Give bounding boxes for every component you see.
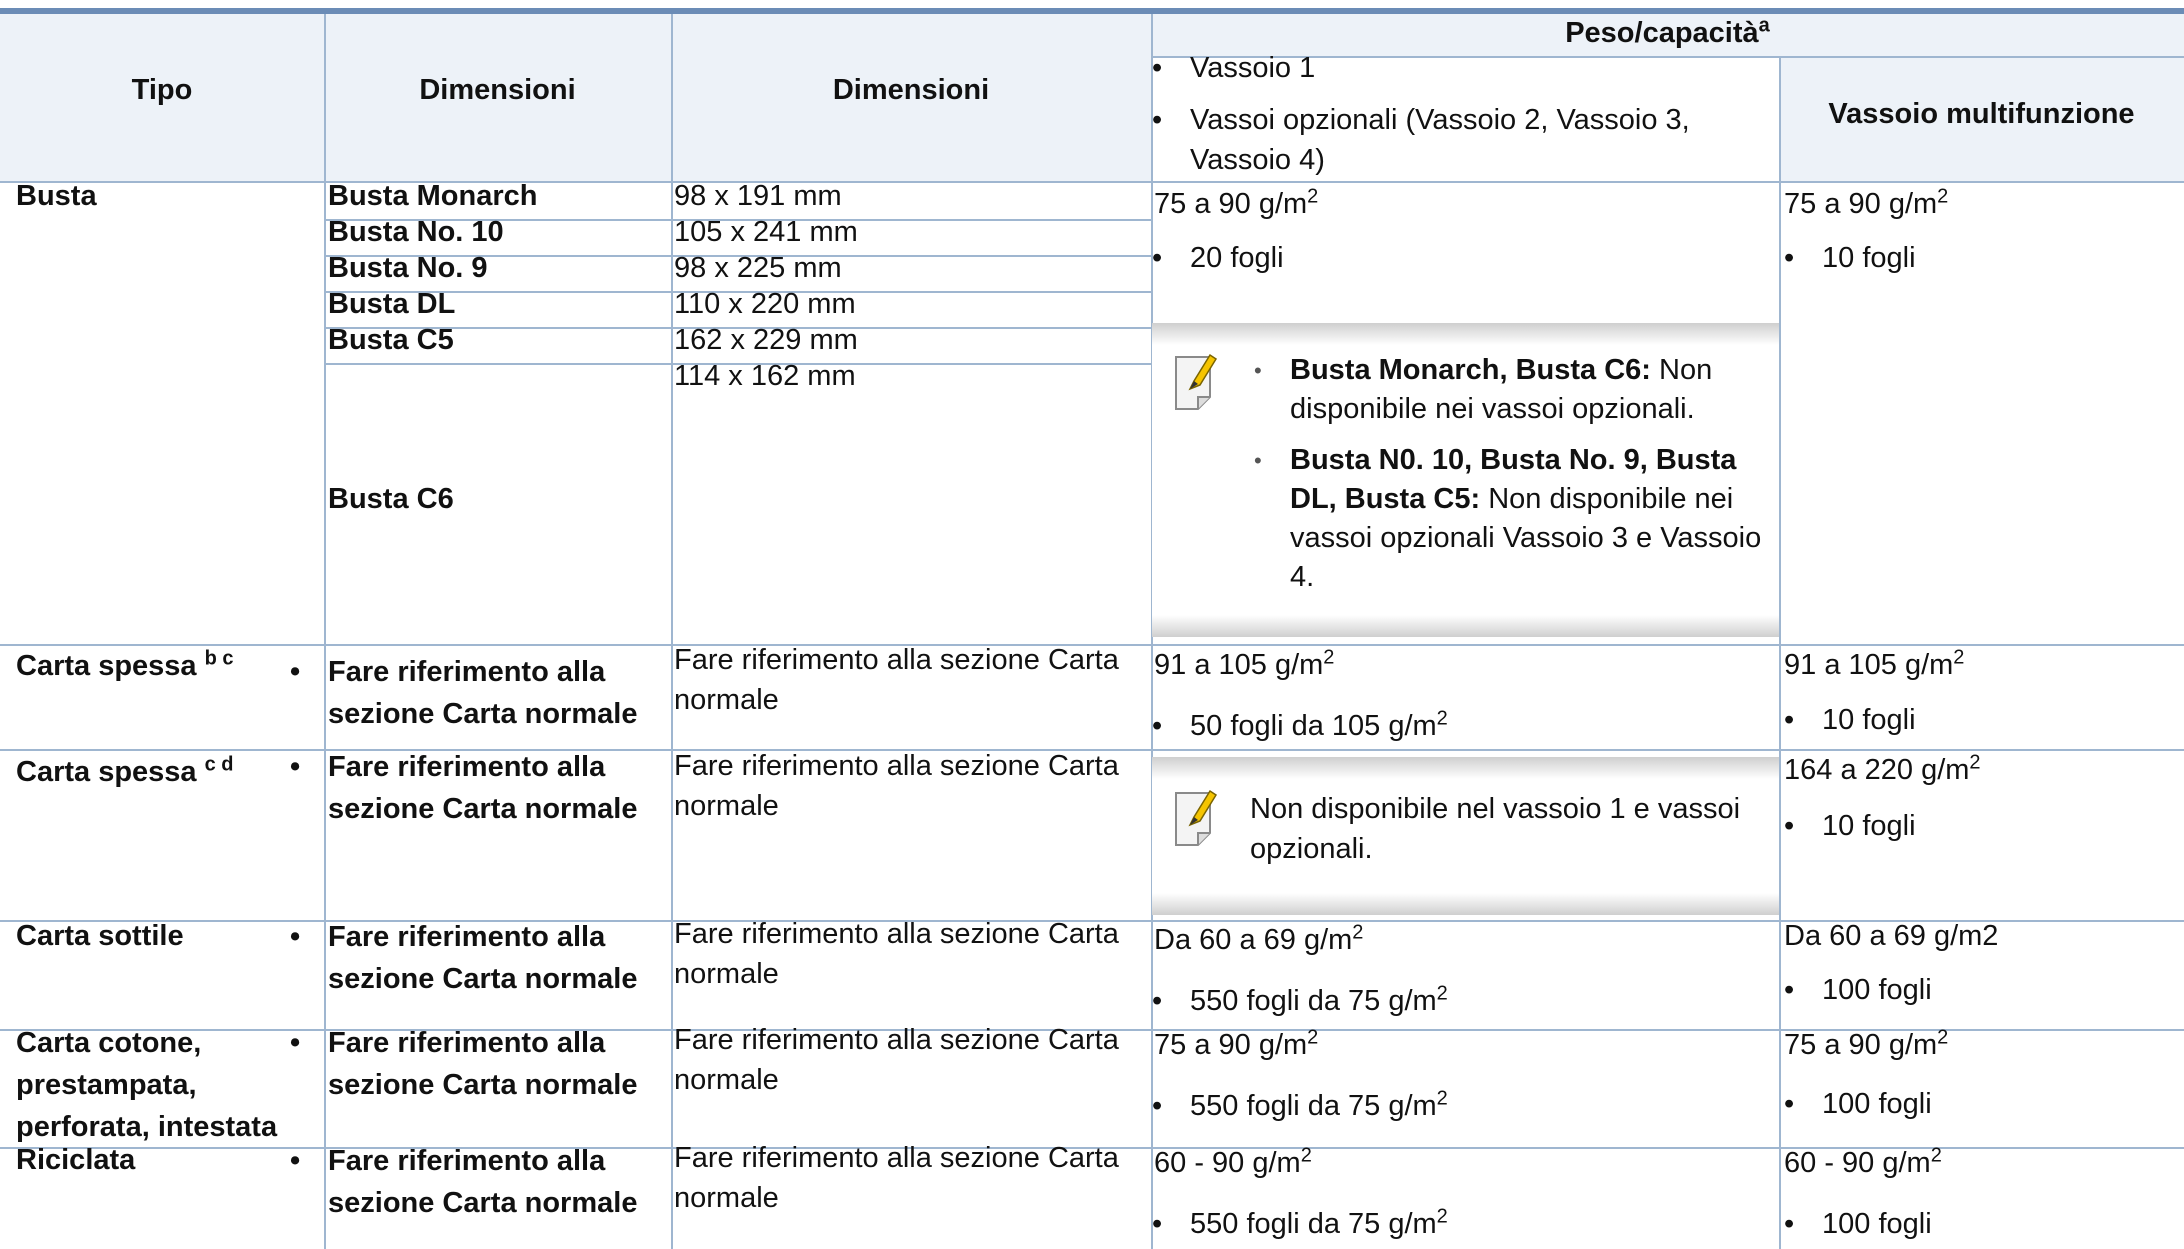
size-name: Busta C5 — [328, 324, 454, 356]
tray-weight: 75 a 90 g/m2 — [1154, 1026, 1319, 1061]
mp-capacity: 100 fogli — [1784, 970, 1932, 1010]
header-tray-item: Vassoi opzionali (Vassoio 2, Vassoio 3, … — [1152, 100, 1750, 180]
size-dim: Fare riferimento alla sezione Carta norm… — [674, 1024, 1119, 1096]
size-name: Busta No. 10 — [328, 216, 504, 248]
row-type: Carta spessa c d — [16, 753, 234, 788]
mp-weight: 75 a 90 g/m2 — [1784, 185, 1949, 220]
tray-capacity: 50 fogli da 105 g/m2 — [1152, 706, 1448, 746]
row-type: Carta spessa b c — [16, 647, 234, 682]
header-tipo: Tipo — [131, 74, 193, 106]
row-type: Carta sottile — [16, 920, 184, 952]
size-dim: 114 x 162 mm — [674, 360, 856, 392]
note-box: Busta Monarch, Busta C6: Non disponibile… — [1152, 323, 1779, 637]
size-name: Busta Monarch — [328, 180, 538, 212]
header-dimensioni-name: Dimensioni — [419, 74, 576, 106]
mp-capacity: 100 fogli — [1784, 1084, 1932, 1124]
note-box: Non disponibile nel vassoio 1 e vassoi o… — [1152, 757, 1779, 915]
col-rule — [671, 14, 673, 1249]
size-name: Fare riferimento alla sezione Carta norm… — [290, 1022, 668, 1106]
header-tray-item: Vassoio 1 — [1152, 48, 1315, 88]
note-pencil-icon — [1172, 787, 1222, 847]
col-rule — [324, 14, 326, 1249]
tray-capacity: 20 fogli — [1152, 238, 1283, 278]
mp-weight: 60 - 90 g/m2 — [1784, 1144, 1942, 1179]
note-item: Busta Monarch, Busta C6: Non disponibile… — [1254, 351, 1770, 597]
size-name: Busta No. 9 — [328, 252, 488, 284]
row-type: Busta — [16, 180, 97, 212]
size-name: Fare riferimento alla sezione Carta norm… — [290, 746, 668, 830]
size-dim: Fare riferimento alla sezione Carta norm… — [674, 750, 1119, 822]
tray-weight: 60 - 90 g/m2 — [1154, 1144, 1312, 1179]
mp-weight: 75 a 90 g/m2 — [1784, 1026, 1949, 1061]
note-pencil-icon — [1172, 351, 1222, 411]
paper-spec-table: Tipo Dimensioni Dimensioni Peso/capacità… — [0, 0, 2184, 1249]
header-mp-tray: Vassoio multifunzione — [1828, 98, 2135, 130]
size-name: Busta DL — [328, 288, 456, 320]
mp-capacity: 10 fogli — [1784, 700, 1915, 740]
mp-weight: Da 60 a 69 g/m2 — [1784, 920, 1999, 952]
size-dim: Fare riferimento alla sezione Carta norm… — [674, 644, 1119, 716]
mp-weight: 164 a 220 g/m2 — [1784, 751, 1981, 786]
size-name: Fare riferimento alla sezione Carta norm… — [290, 1140, 668, 1224]
size-dim: 98 x 191 mm — [674, 180, 842, 212]
row-type: Riciclata — [16, 1144, 136, 1176]
size-dim: 162 x 229 mm — [674, 324, 858, 356]
tray-capacity: 550 fogli da 75 g/m2 — [1152, 1086, 1448, 1126]
tray-weight: Da 60 a 69 g/m2 — [1154, 921, 1364, 956]
note-text: Non disponibile nel vassoio 1 e vassoi o… — [1250, 793, 1741, 865]
tray-capacity: 550 fogli da 75 g/m2 — [1152, 981, 1448, 1021]
tray-capacity: 550 fogli da 75 g/m2 — [1152, 1204, 1448, 1244]
col-rule — [1779, 56, 1781, 1249]
size-dim: Fare riferimento alla sezione Carta norm… — [674, 918, 1119, 990]
size-dim: 105 x 241 mm — [674, 216, 858, 248]
size-name: Fare riferimento alla sezione Carta norm… — [290, 651, 668, 735]
mp-capacity: 100 fogli — [1784, 1204, 1932, 1244]
size-dim: Fare riferimento alla sezione Carta norm… — [674, 1142, 1119, 1214]
mp-capacity: 10 fogli — [1784, 806, 1915, 846]
mp-weight: 91 a 105 g/m2 — [1784, 646, 1965, 681]
mp-capacity: 10 fogli — [1784, 238, 1915, 278]
tray-weight: 91 a 105 g/m2 — [1154, 646, 1335, 681]
header-peso: Peso/capacitàa — [1565, 14, 1770, 49]
size-dim: 110 x 220 mm — [674, 288, 856, 320]
size-name: Busta C6 — [328, 483, 454, 515]
size-dim: 98 x 225 mm — [674, 252, 842, 284]
tray-weight: 75 a 90 g/m2 — [1154, 185, 1319, 220]
header-dimensioni-mm: Dimensioni — [832, 74, 990, 106]
size-name: Fare riferimento alla sezione Carta norm… — [290, 916, 668, 1000]
row-type: Carta cotone, prestampata, perforata, in… — [16, 1027, 278, 1143]
